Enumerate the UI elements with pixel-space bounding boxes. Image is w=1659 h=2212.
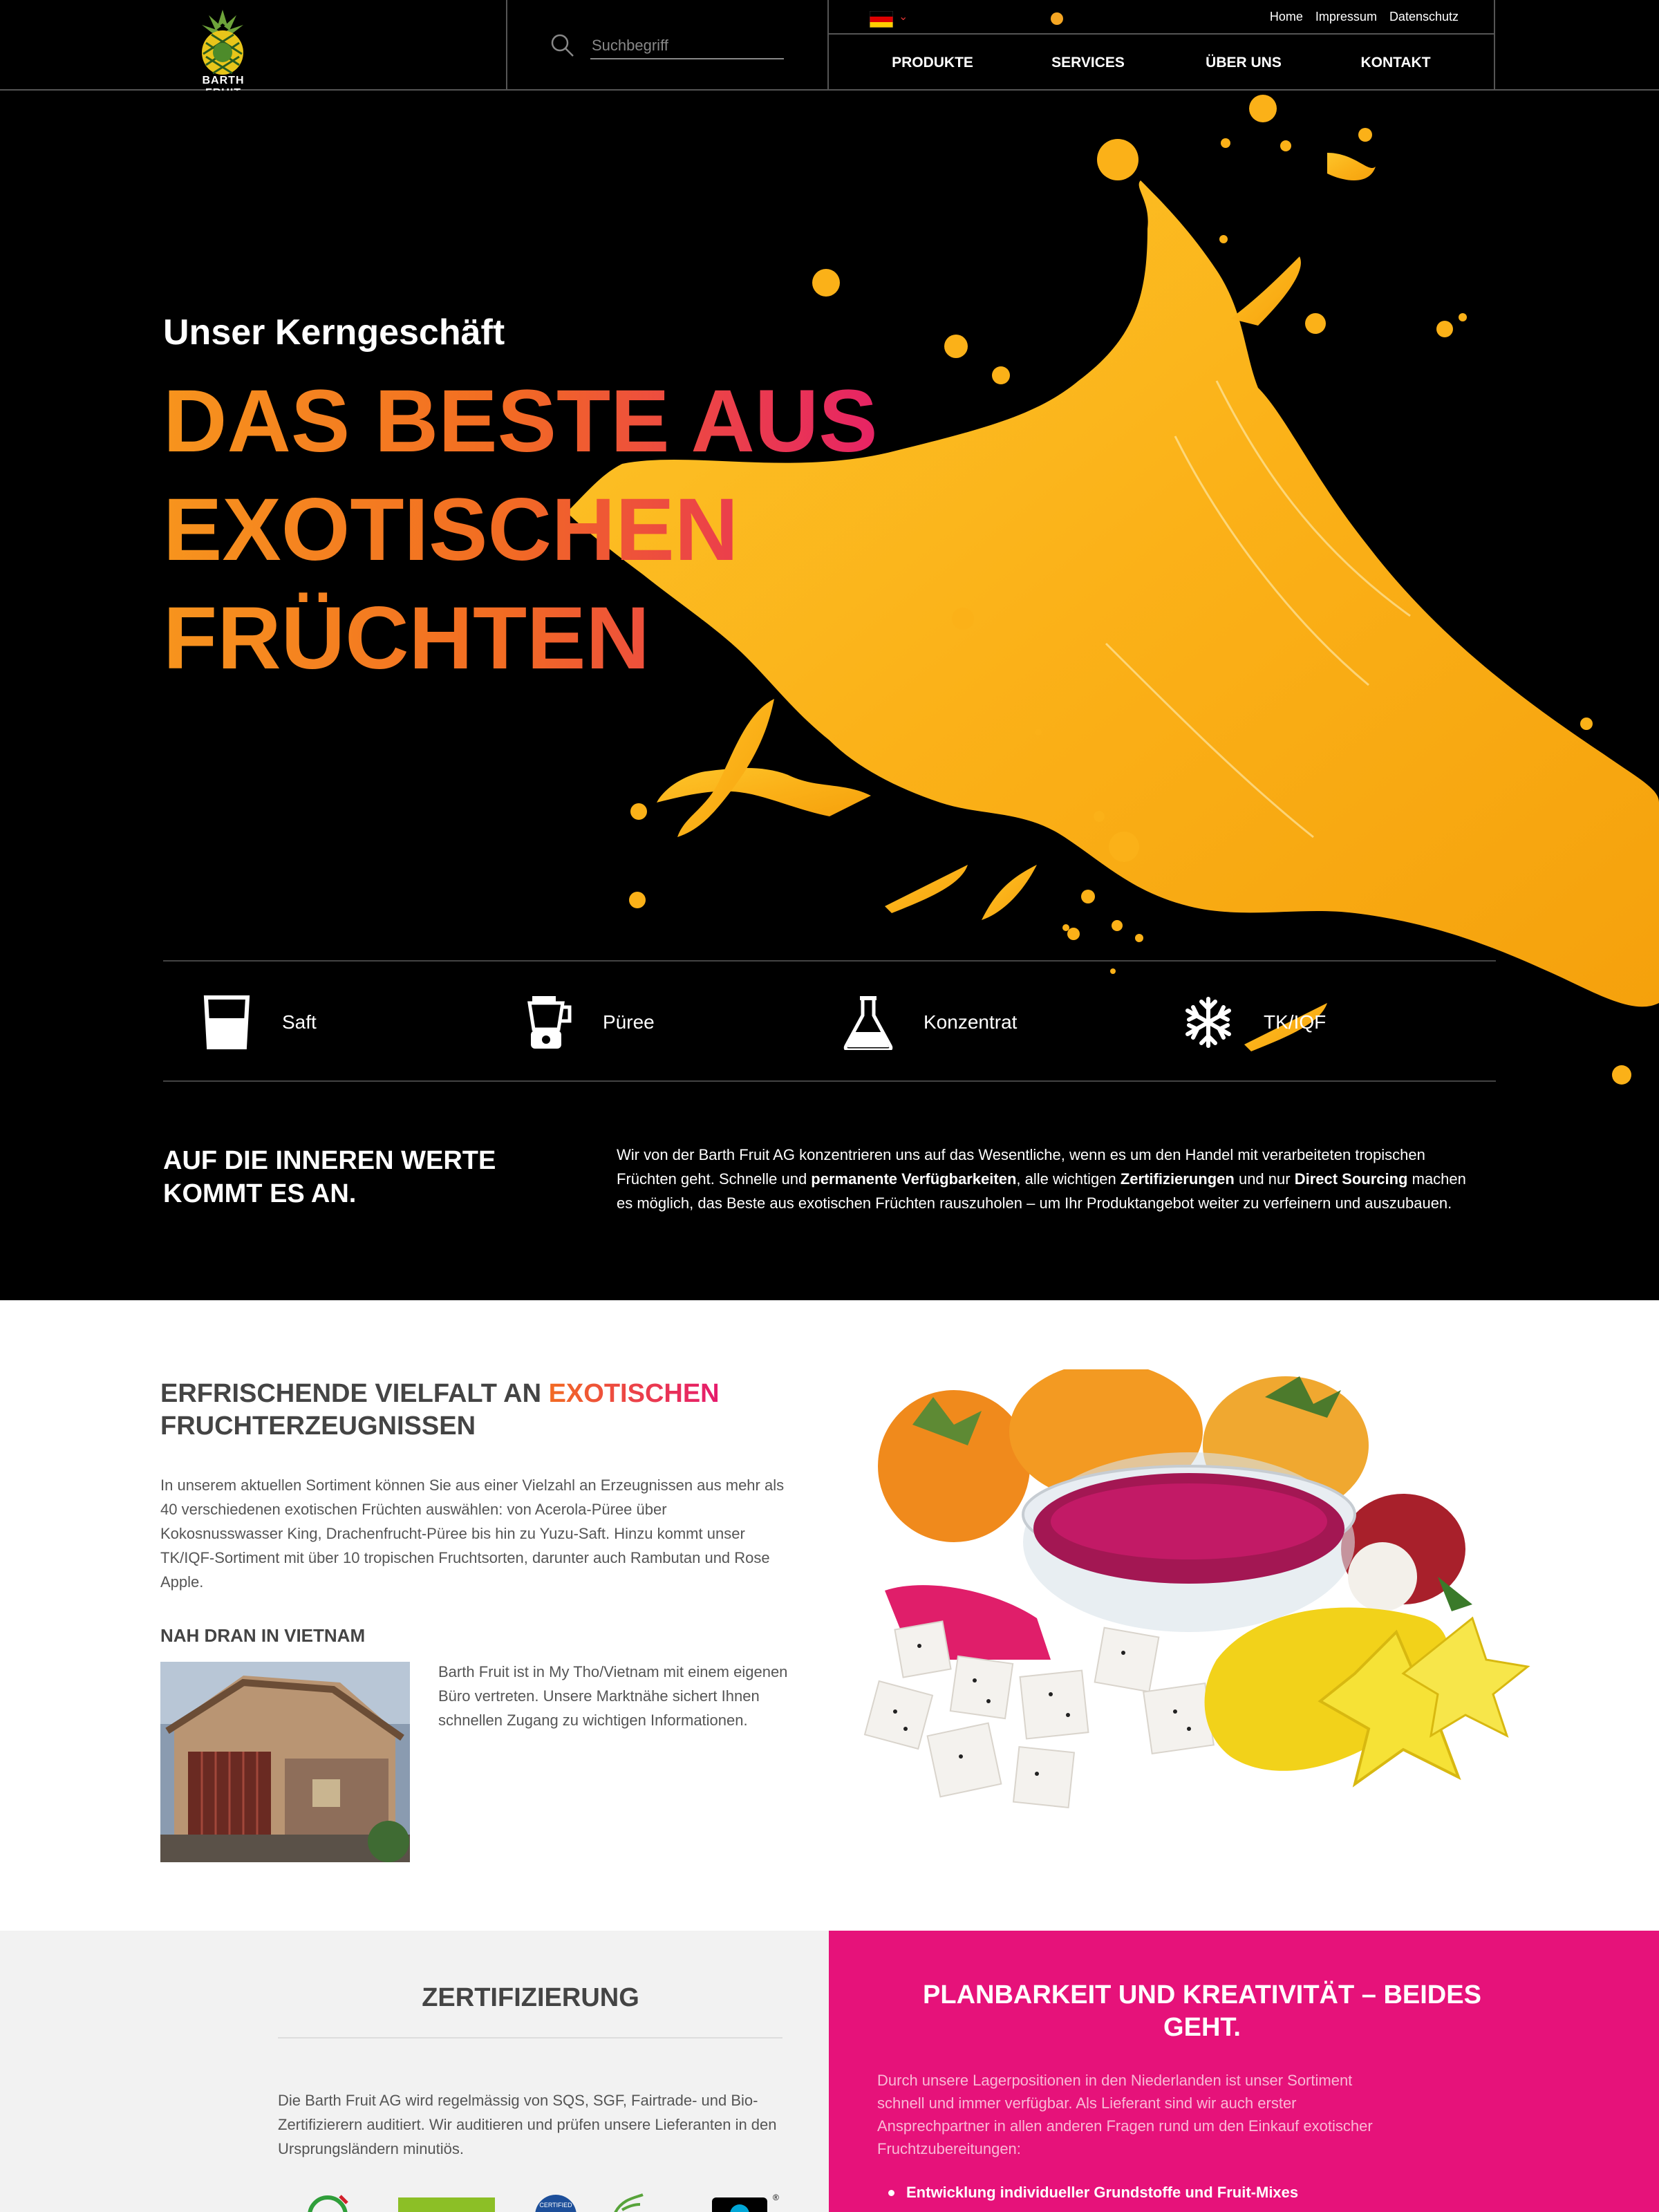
heading-part: ERFRISCHENDE VIELFALT AN — [160, 1379, 549, 1408]
snowflake-icon — [1185, 997, 1231, 1048]
product-label: Püree — [603, 1011, 655, 1033]
certification-logos: CERTIFIED ® — [308, 2193, 779, 2212]
chevron-down-icon[interactable]: ⌄ — [899, 10, 908, 24]
search-input[interactable] — [590, 33, 784, 59]
product-label: TK/IQF — [1264, 1011, 1327, 1033]
product-categories: Saft Püree Konzentrat TK/IQF — [163, 960, 1496, 1082]
inner-values-heading: AUF DIE INNEREN WERTE KOMMT ES AN. — [163, 1146, 496, 1208]
vietnam-heading: NAH DRAN IN VIETNAM — [160, 1625, 366, 1646]
nav-services[interactable]: SERVICES — [1036, 55, 1140, 71]
header-divider — [506, 0, 507, 91]
certification-text: Die Barth Fruit AG wird regelmässig von … — [278, 2092, 777, 2157]
divider — [278, 2037, 782, 2038]
juice-splash-image — [567, 95, 1659, 1085]
hero-title-line: EXOTISCHEN — [163, 480, 739, 579]
planning-section: PLANBARKEIT UND KREATIVITÄT – BEIDES GEH… — [829, 1931, 1659, 2212]
flask-icon — [843, 996, 893, 1050]
planning-heading: PLANBARKEIT UND KREATIVITÄT – BEIDES GEH… — [923, 1980, 1481, 2042]
text-run: , alle wichtigen — [1016, 1170, 1121, 1188]
blender-icon — [527, 996, 572, 1049]
site-header: BARTH FRUIT ⌄ Home Impressum Datenschutz… — [0, 0, 1659, 99]
home-link[interactable]: Home — [1270, 10, 1303, 24]
heading-highlight: EXOTISCHEN — [548, 1379, 720, 1408]
svg-text:®: ® — [773, 2193, 779, 2202]
product-label: Saft — [282, 1011, 317, 1033]
glass-icon — [203, 995, 250, 1049]
impressum-link[interactable]: Impressum — [1315, 10, 1377, 24]
product-tk-iqf[interactable]: TK/IQF — [1183, 962, 1326, 1083]
splash-drop-decoration — [1051, 12, 1063, 25]
bio-logo-icon — [308, 2195, 348, 2212]
planning-text: Durch unsere Lagerpositionen in den Nied… — [877, 2072, 1373, 2157]
german-flag-icon[interactable] — [870, 11, 893, 28]
product-pueree[interactable]: Püree — [523, 962, 655, 1083]
bold-run: permanente Verfügbarkeiten — [811, 1170, 1017, 1188]
nav-ueber-uns[interactable]: ÜBER UNS — [1140, 55, 1347, 71]
datenschutz-link[interactable]: Datenschutz — [1389, 10, 1459, 24]
variety-heading: ERFRISCHENDE VIELFALT AN EXOTISCHEN FRUCH… — [160, 1378, 782, 1443]
heading-part: FRUCHTERZEUGNISSEN — [160, 1412, 476, 1441]
variety-text: In unserem aktuellen Sortiment können Si… — [160, 1477, 785, 1591]
vietnam-office-photo — [160, 1662, 410, 1862]
hero-title: DAS BESTE AUS EXOTISCHEN FRÜCHTEN — [163, 367, 924, 693]
product-konzentrat[interactable]: Konzentrat — [843, 962, 1017, 1083]
exotic-fruits-image — [863, 1369, 1530, 1809]
inner-values-text: Wir von der Barth Fruit AG konzentrieren… — [617, 1143, 1474, 1215]
hero-section: Unser Kerngeschäft DAS BESTE AUS EXOTISC… — [0, 91, 1659, 1300]
product-saft[interactable]: Saft — [202, 962, 317, 1083]
main-nav: PRODUKTE SERVICES ÜBER UNS KONTAKT — [829, 36, 1495, 90]
nav-produkte[interactable]: PRODUKTE — [829, 55, 1036, 71]
variety-section: ERFRISCHENDE VIELFALT AN EXOTISCHEN FRUCH… — [0, 1300, 1659, 1931]
text-run: und nur — [1234, 1170, 1295, 1188]
top-links: Home Impressum Datenschutz — [1270, 10, 1459, 24]
svg-text:CERTIFIED: CERTIFIED — [539, 2202, 572, 2209]
bold-run: Zertifizierungen — [1120, 1170, 1235, 1188]
search-icon[interactable] — [550, 33, 575, 58]
bold-run: Direct Sourcing — [1294, 1170, 1408, 1188]
product-label: Konzentrat — [924, 1011, 1018, 1033]
certification-section: ZERTIFIZIERUNG Die Barth Fruit AG wird r… — [0, 1931, 829, 2212]
hero-subtitle: Unser Kerngeschäft — [163, 312, 505, 353]
nav-kontakt[interactable]: KONTAKT — [1347, 55, 1444, 71]
hero-title-line: DAS BESTE AUS — [163, 372, 878, 471]
vietnam-text: Barth Fruit ist in My Tho/Vietnam mit ei… — [438, 1663, 788, 1729]
hero-title-line: FRÜCHTEN — [163, 589, 650, 688]
planning-bullet: Entwicklung individueller Grundstoffe un… — [888, 2184, 1299, 2201]
